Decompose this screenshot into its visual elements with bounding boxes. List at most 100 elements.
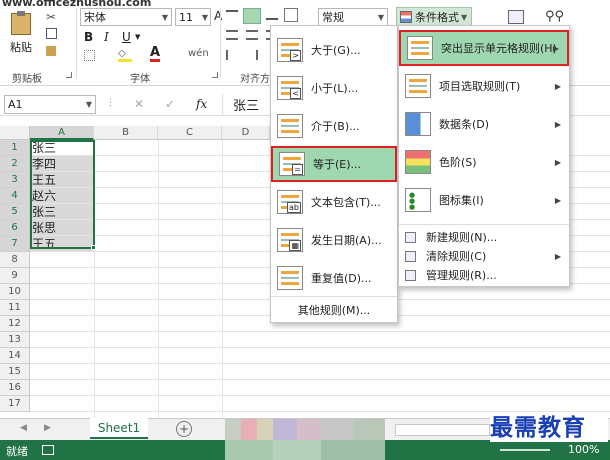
format-painter-icon[interactable] <box>46 46 56 56</box>
row-header[interactable]: 15 <box>0 364 30 380</box>
chevron-down-icon: ▼ <box>461 12 468 22</box>
bold-button[interactable]: B <box>84 30 93 44</box>
fill-color-icon[interactable]: ◇ <box>118 48 132 62</box>
cell[interactable]: 张三 <box>30 204 94 220</box>
row-header[interactable]: 4 <box>0 188 30 204</box>
clipboard-launcher-icon[interactable] <box>66 72 72 78</box>
between-item[interactable]: 介于(B)... <box>271 108 397 144</box>
greater-than-item[interactable]: > 大于(G)... <box>271 32 397 68</box>
align-left-icon[interactable] <box>226 30 238 40</box>
cell[interactable]: 赵六 <box>30 188 94 204</box>
row-header[interactable]: 6 <box>0 220 30 236</box>
row-header[interactable]: 16 <box>0 380 30 396</box>
font-size-select[interactable]: 11 ▼ <box>175 8 211 26</box>
align-center-icon[interactable] <box>246 30 258 40</box>
insert-function-button[interactable]: fx <box>196 97 207 111</box>
borders-icon[interactable] <box>84 50 95 61</box>
cell[interactable]: 张思 <box>30 220 94 236</box>
row-header[interactable]: 11 <box>0 300 30 316</box>
top-bottom-rules-item[interactable]: 项目选取规则(T) ▶ <box>399 68 569 104</box>
row-header[interactable]: 5 <box>0 204 30 220</box>
color-scales-item[interactable]: 色阶(S) ▶ <box>399 144 569 180</box>
row-header[interactable]: 8 <box>0 252 30 268</box>
row-header[interactable]: 9 <box>0 268 30 284</box>
zoom-slider[interactable] <box>500 449 550 451</box>
chevron-down-icon: ▼ <box>377 12 384 22</box>
column-header-d[interactable]: D <box>222 126 270 140</box>
indent-icon[interactable] <box>226 50 238 60</box>
menu-item-label: 图标集(I) <box>439 194 484 207</box>
menu-item-label: 小于(L)... <box>311 82 359 95</box>
wrap-text-icon[interactable] <box>284 8 298 22</box>
name-box[interactable]: A1 ▼ <box>4 95 96 114</box>
phonetic-icon[interactable]: wén <box>188 48 209 59</box>
add-sheet-button[interactable]: + <box>176 421 192 437</box>
cell[interactable]: 李四 <box>30 156 94 172</box>
data-bars-icon <box>405 112 431 136</box>
row-header[interactable]: 3 <box>0 172 30 188</box>
text-contains-icon: ab <box>277 190 303 214</box>
menu-divider <box>399 224 569 225</box>
icon-sets-item[interactable]: ● ● ● 图标集(I) ▶ <box>399 182 569 218</box>
sheet-tab-sheet1[interactable]: Sheet1 <box>90 418 148 439</box>
enter-check-icon[interactable]: ✓ <box>165 97 175 111</box>
menu-item-label: 新建规则(N)... <box>426 231 498 244</box>
outdent-icon[interactable] <box>246 50 258 60</box>
cell[interactable]: 王五 <box>30 172 94 188</box>
cell[interactable]: 王五 <box>30 236 94 252</box>
paste-button[interactable]: 粘贴 <box>4 10 38 58</box>
horizontal-scrollbar[interactable] <box>395 424 490 436</box>
row-header[interactable]: 13 <box>0 332 30 348</box>
status-ready: 就绪 <box>6 445 28 458</box>
align-top-icon[interactable] <box>226 10 238 20</box>
status-bar: 就绪 100% <box>0 440 610 460</box>
row-header[interactable]: 17 <box>0 396 30 412</box>
grid-row-line <box>30 395 610 396</box>
column-header-a[interactable]: A <box>30 126 94 140</box>
chevron-down-icon[interactable]: ▼ <box>135 33 140 41</box>
clear-rules-item[interactable]: 清除规则(C) ▶ <box>399 247 569 265</box>
row-header[interactable]: 12 <box>0 316 30 332</box>
equal-to-item[interactable]: = 等于(E)... <box>271 146 397 182</box>
row-header[interactable]: 14 <box>0 348 30 364</box>
manage-rules-item[interactable]: 管理规则(R)... <box>399 266 569 284</box>
number-format-select[interactable]: 常规 ▼ <box>318 8 388 26</box>
new-rule-item[interactable]: 新建规则(N)... <box>399 228 569 246</box>
sheet-corner[interactable] <box>0 126 30 140</box>
font-color-button[interactable]: A <box>150 46 161 62</box>
row-header[interactable]: 2 <box>0 156 30 172</box>
conditional-format-button[interactable]: 条件格式 ▼ <box>396 7 472 27</box>
cancel-icon[interactable]: ✕ <box>134 97 144 111</box>
text-contains-item[interactable]: ab 文本包含(T)... <box>271 184 397 220</box>
scroll-tabs-right-icon[interactable]: ▶ <box>44 423 51 433</box>
highlight-cell-rules-icon <box>407 36 433 60</box>
data-bars-item[interactable]: 数据条(D) ▶ <box>399 106 569 142</box>
conditional-format-menu: 突出显示单元格规则(H) ▶ 项目选取规则(T) ▶ 数据条(D) ▶ 色阶(S) ▶ ● ● ● 图… <box>398 25 570 287</box>
paste-icon <box>11 11 31 35</box>
align-bottom-icon[interactable] <box>266 10 278 20</box>
menu-item-label: 大于(G)... <box>311 44 361 57</box>
more-rules-item[interactable]: 其他规则(M)... <box>271 302 397 318</box>
find-binoculars-icon[interactable]: ⚲⚲ <box>545 9 564 24</box>
italic-button[interactable]: I <box>104 30 109 44</box>
duplicate-values-item[interactable]: 重复值(D)... <box>271 260 397 296</box>
align-middle-icon[interactable] <box>243 8 261 24</box>
highlight-cell-rules-item[interactable]: 突出显示单元格规则(H) ▶ <box>399 30 569 66</box>
row-header[interactable]: 10 <box>0 284 30 300</box>
font-name-select[interactable]: 宋体 ▼ <box>80 8 172 26</box>
cell[interactable]: 张三 <box>30 140 94 156</box>
row-header[interactable]: 7 <box>0 236 30 252</box>
column-header-c[interactable]: C <box>158 126 222 140</box>
underline-button[interactable]: U <box>122 30 131 44</box>
font-launcher-icon[interactable] <box>212 72 218 78</box>
fill-handle[interactable] <box>91 245 96 250</box>
insert-cells-icon[interactable] <box>508 10 524 24</box>
scroll-tabs-left-icon[interactable]: ◀ <box>20 423 27 433</box>
less-than-item[interactable]: < 小于(L)... <box>271 70 397 106</box>
macro-record-icon[interactable] <box>42 445 54 455</box>
copy-icon[interactable] <box>46 28 57 39</box>
date-occurring-item[interactable]: ▦ 发生日期(A)... <box>271 222 397 258</box>
row-header[interactable]: 1 <box>0 140 30 156</box>
cut-icon[interactable]: ✂ <box>46 10 56 24</box>
column-header-b[interactable]: B <box>94 126 158 140</box>
